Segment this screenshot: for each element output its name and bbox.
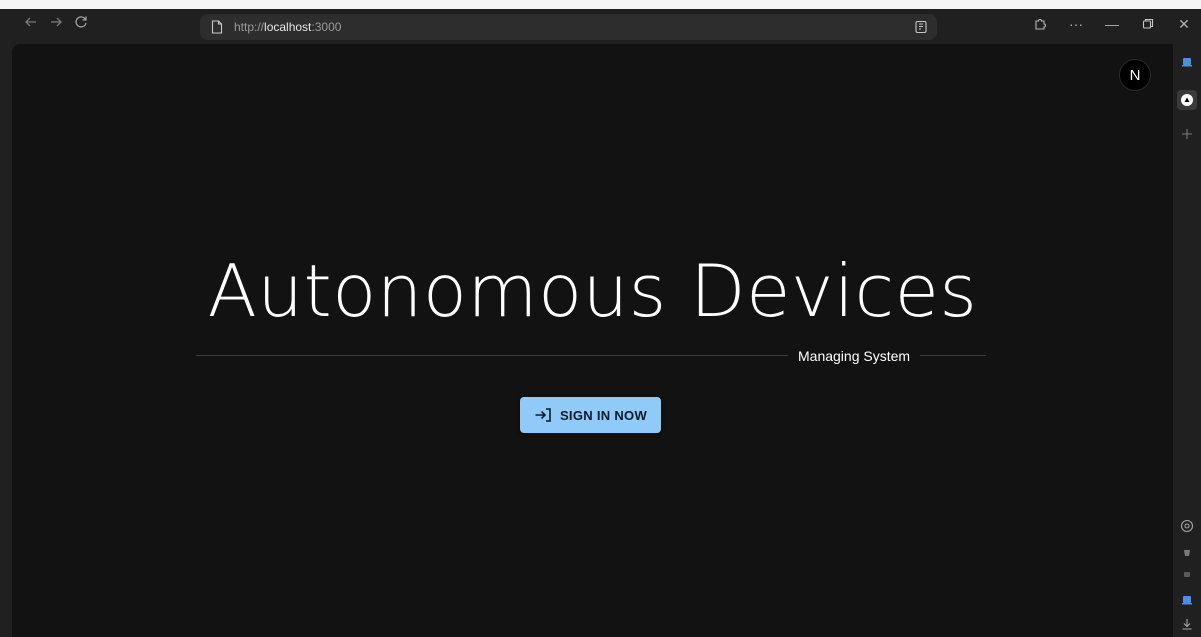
title-divider: Managing System bbox=[196, 346, 986, 366]
title-strip bbox=[0, 0, 1201, 9]
outlook-icon bbox=[1182, 596, 1192, 605]
copilot-icon bbox=[1182, 58, 1192, 67]
address-bar[interactable]: http://localhost:3000 bbox=[200, 14, 937, 40]
forward-button[interactable] bbox=[45, 14, 67, 36]
page-icon bbox=[210, 20, 224, 34]
tools-icon bbox=[1184, 572, 1190, 577]
page-title: Autonomous Devices bbox=[207, 249, 978, 333]
sidebar-item-outlook[interactable] bbox=[1177, 590, 1197, 610]
restore-button[interactable] bbox=[1138, 14, 1158, 34]
divider-line-right bbox=[920, 355, 986, 356]
plus-icon bbox=[1182, 129, 1192, 139]
window-controls: ··· — ✕ bbox=[1030, 12, 1194, 36]
browser-window: http://localhost:3000 ··· — ✕ N Autonomo… bbox=[0, 0, 1201, 637]
close-button[interactable]: ✕ bbox=[1174, 14, 1194, 34]
sign-in-button[interactable]: SIGN IN NOW bbox=[520, 397, 661, 433]
sidebar-item-tools[interactable] bbox=[1177, 564, 1197, 584]
sidebar-add-button[interactable] bbox=[1177, 124, 1197, 144]
reload-icon bbox=[75, 16, 87, 28]
reload-button[interactable] bbox=[70, 14, 92, 36]
sidebar-download-button[interactable] bbox=[1177, 614, 1197, 634]
url-host: localhost bbox=[264, 20, 312, 34]
download-icon bbox=[1182, 619, 1192, 630]
divider-line-left bbox=[196, 355, 788, 356]
page-subtitle: Managing System bbox=[798, 348, 911, 364]
arrow-left-icon bbox=[25, 17, 36, 27]
sidebar-item-active[interactable] bbox=[1177, 90, 1197, 110]
sidebar-item-copilot[interactable] bbox=[1177, 52, 1197, 72]
restore-icon bbox=[1142, 18, 1154, 29]
url-suffix: :3000 bbox=[311, 20, 342, 34]
minimize-button[interactable]: — bbox=[1102, 14, 1122, 34]
arrow-right-icon bbox=[51, 17, 62, 27]
settings-icon bbox=[1180, 519, 1194, 533]
browser-toolbar: http://localhost:3000 ··· — ✕ bbox=[0, 0, 1201, 44]
sign-in-label: SIGN IN NOW bbox=[559, 407, 648, 423]
puzzle-icon bbox=[1035, 19, 1046, 30]
sidebar-customize-button[interactable] bbox=[1177, 516, 1197, 536]
shopping-icon bbox=[1184, 550, 1190, 556]
back-button[interactable] bbox=[20, 14, 42, 36]
url-text: http://localhost:3000 bbox=[234, 20, 341, 34]
reading-view-icon[interactable] bbox=[913, 19, 929, 35]
circle-app-icon bbox=[1181, 94, 1193, 106]
sidebar-item-shopping[interactable] bbox=[1177, 542, 1197, 562]
extensions-button[interactable] bbox=[1030, 14, 1050, 34]
more-button[interactable]: ··· bbox=[1066, 14, 1086, 34]
login-icon bbox=[535, 408, 551, 422]
url-prefix: http:// bbox=[234, 20, 265, 34]
browser-sidebar bbox=[1173, 44, 1201, 637]
page-viewport: N Autonomous Devices Managing System SIG… bbox=[12, 44, 1173, 637]
nextjs-badge[interactable]: N bbox=[1119, 59, 1151, 91]
